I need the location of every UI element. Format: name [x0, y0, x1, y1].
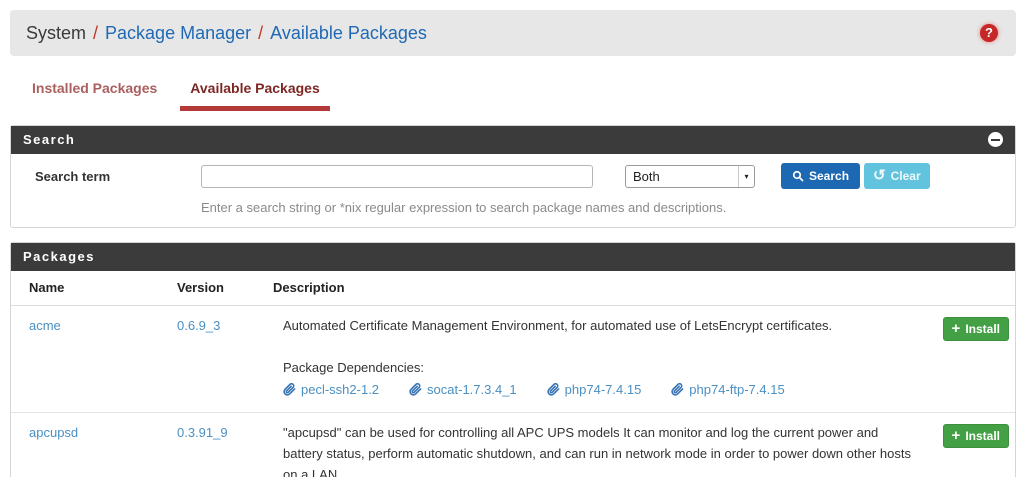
plus-icon: + [951, 320, 961, 337]
package-manager-page: System / Package Manager / Available Pac… [0, 0, 1024, 477]
breadcrumb-package-manager[interactable]: Package Manager [105, 23, 251, 44]
search-icon [792, 170, 804, 182]
search-input[interactable] [201, 164, 593, 188]
install-button[interactable]: + Install [942, 317, 1009, 341]
install-button-label: Install [965, 429, 1000, 443]
paperclip-icon [546, 383, 560, 396]
search-panel-header: Search [11, 126, 1015, 154]
tab-available-packages[interactable]: Available Packages [180, 80, 330, 111]
paperclip-icon [409, 383, 422, 396]
dependency-link[interactable]: socat-1.7.3.4_1 [409, 379, 517, 400]
table-row-acme: acme 0.6.9_3 Automated Certificate Manag… [11, 306, 1015, 413]
tab-bar: Installed Packages Available Packages [22, 80, 1016, 111]
clear-button[interactable]: ↺ Clear [864, 163, 930, 189]
search-term-label: Search term [35, 168, 111, 184]
breadcrumb-available-packages[interactable]: Available Packages [270, 23, 427, 44]
breadcrumb-separator: / [93, 22, 99, 43]
packages-panel: Packages Name Version Description acme 0… [10, 242, 1016, 477]
table-row-apcupsd: apcupsd 0.3.91_9 "apcupsd" can be used f… [11, 413, 1015, 477]
plus-icon: + [951, 427, 961, 444]
search-panel-title: Search [23, 132, 76, 147]
paperclip-icon [671, 383, 684, 396]
search-scope-value: Both [633, 168, 660, 184]
chevron-down-icon: ▾ [738, 165, 754, 187]
package-name-link[interactable]: apcupsd [29, 425, 78, 440]
column-header-name: Name [29, 280, 65, 295]
package-description: "apcupsd" can be used for controlling al… [283, 425, 911, 477]
dependencies-label: Package Dependencies: [283, 360, 424, 375]
packages-panel-title: Packages [23, 249, 95, 264]
search-scope-select[interactable]: Both ▾ [625, 164, 755, 188]
breadcrumb: System / Package Manager / Available Pac… [10, 10, 1016, 56]
undo-icon: ↺ [873, 167, 886, 184]
install-button[interactable]: + Install [942, 424, 1009, 448]
tab-installed-packages[interactable]: Installed Packages [22, 80, 167, 111]
help-icon[interactable]: ? [980, 24, 998, 42]
dependency-link[interactable]: php74-7.4.15 [546, 379, 641, 400]
package-description: Automated Certificate Management Environ… [283, 318, 833, 333]
packages-table-header: Name Version Description [11, 271, 1015, 306]
breadcrumb-system: System [26, 22, 87, 43]
breadcrumb-separator: / [258, 22, 264, 43]
search-panel: Search Search term Both ▾ Search ↺ Clear [10, 125, 1016, 228]
package-name-link[interactable]: acme [29, 318, 61, 333]
search-button[interactable]: Search [781, 163, 861, 189]
search-help-text: Enter a search string or *nix regular ex… [201, 200, 727, 215]
column-header-version: Version [177, 280, 224, 295]
search-button-label: Search [809, 169, 850, 183]
package-version-link[interactable]: 0.3.91_9 [177, 425, 228, 440]
dependency-link[interactable]: php74-ftp-7.4.15 [671, 379, 785, 400]
clear-button-label: Clear [890, 169, 921, 183]
column-header-description: Description [273, 280, 345, 295]
collapse-icon[interactable] [988, 132, 1003, 147]
packages-panel-header: Packages [11, 243, 1015, 271]
dependency-link[interactable]: pecl-ssh2-1.2 [283, 379, 379, 400]
search-form: Search term Both ▾ Search ↺ Clear Enter … [11, 154, 1015, 227]
dependencies-list: pecl-ssh2-1.2 socat-1.7.3.4_1 php74-7.4.… [283, 379, 921, 400]
paperclip-icon [283, 383, 296, 396]
install-button-label: Install [965, 322, 1000, 336]
package-version-link[interactable]: 0.6.9_3 [177, 318, 220, 333]
